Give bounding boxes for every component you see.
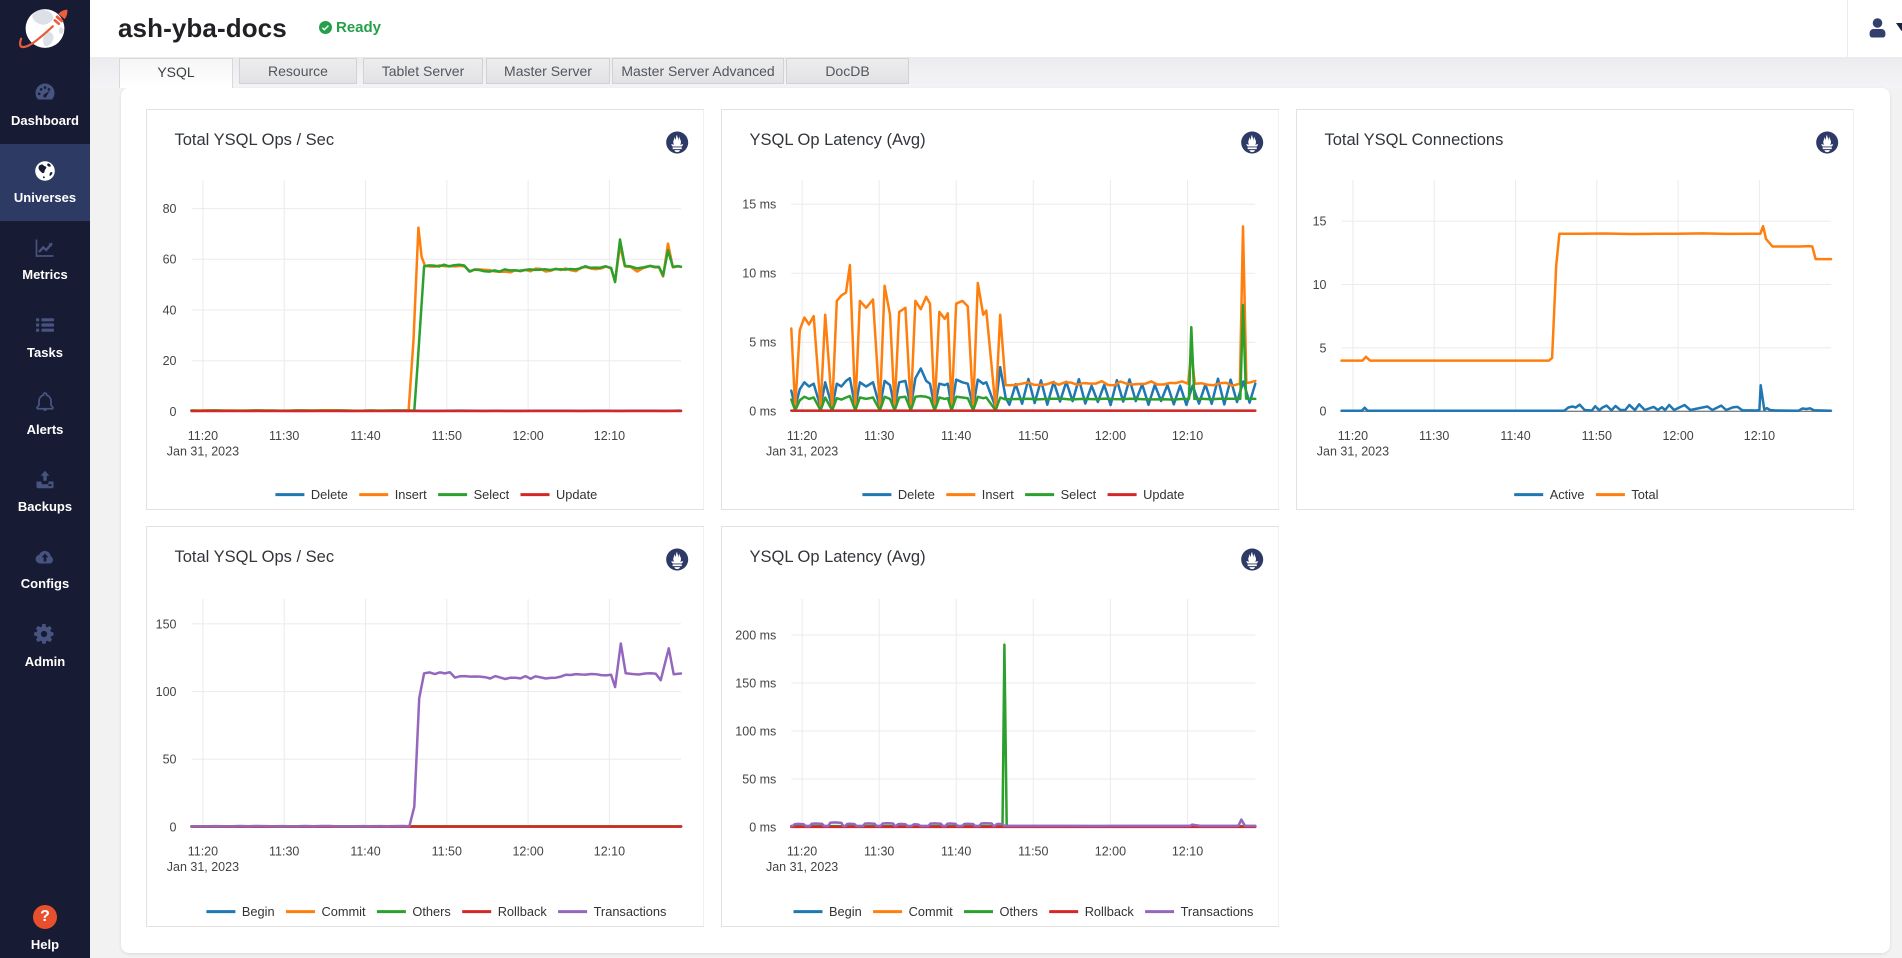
svg-text:40: 40 [162,303,176,317]
svg-text:0 ms: 0 ms [749,820,776,834]
svg-text:60: 60 [162,253,176,267]
svg-text:Insert: Insert [394,487,426,502]
svg-text:11:40: 11:40 [941,845,971,859]
svg-text:0 ms: 0 ms [749,405,776,419]
svg-text:12:10: 12:10 [593,429,624,443]
svg-text:Select: Select [1060,487,1096,502]
svg-text:12:00: 12:00 [512,845,543,859]
svg-text:11:20: 11:20 [187,429,217,443]
svg-text:10: 10 [1312,278,1326,292]
svg-text:Update: Update [1143,487,1184,502]
svg-text:11:50: 11:50 [431,845,461,859]
svg-text:11:30: 11:30 [864,845,894,859]
svg-text:11:40: 11:40 [1500,429,1530,443]
svg-text:12:00: 12:00 [512,429,543,443]
svg-text:12:10: 12:10 [1743,429,1774,443]
svg-text:11:50: 11:50 [1018,429,1048,443]
svg-text:11:50: 11:50 [1581,429,1611,443]
svg-text:Others: Others [999,904,1037,919]
svg-text:Jan 31, 2023: Jan 31, 2023 [166,445,238,459]
svg-text:200 ms: 200 ms [735,628,776,642]
svg-text:11:30: 11:30 [269,429,299,443]
svg-text:Jan 31, 2023: Jan 31, 2023 [166,860,238,874]
svg-text:Total: Total [1631,487,1658,502]
svg-text:0: 0 [1319,405,1326,419]
svg-text:Rollback: Rollback [1084,904,1134,919]
svg-text:Jan 31, 2023: Jan 31, 2023 [765,860,837,874]
svg-text:5 ms: 5 ms [749,336,776,350]
svg-text:Transactions: Transactions [593,904,666,919]
svg-text:Jan 31, 2023: Jan 31, 2023 [1316,445,1388,459]
svg-text:Jan 31, 2023: Jan 31, 2023 [765,445,837,459]
svg-text:Select: Select [473,487,509,502]
svg-text:Total YSQL Ops / Sec: Total YSQL Ops / Sec [174,548,334,566]
svg-text:11:20: 11:20 [1337,429,1367,443]
svg-text:12:10: 12:10 [1171,845,1202,859]
svg-text:11:20: 11:20 [187,845,217,859]
svg-text:Update: Update [556,487,597,502]
svg-text:Delete: Delete [310,487,347,502]
svg-text:100 ms: 100 ms [735,724,776,738]
svg-text:Transactions: Transactions [1180,904,1253,919]
svg-text:10 ms: 10 ms [742,267,776,281]
svg-text:12:00: 12:00 [1094,429,1125,443]
svg-text:12:10: 12:10 [1171,429,1202,443]
svg-text:Rollback: Rollback [497,904,547,919]
svg-text:100: 100 [155,685,176,699]
svg-text:20: 20 [162,354,176,368]
svg-text:11:50: 11:50 [431,429,461,443]
svg-text:11:30: 11:30 [864,429,894,443]
svg-text:Active: Active [1549,487,1584,502]
svg-text:11:40: 11:40 [941,429,971,443]
svg-text:50: 50 [162,753,176,767]
svg-text:15: 15 [1312,215,1326,229]
svg-text:Commit: Commit [321,904,366,919]
svg-text:11:20: 11:20 [786,845,816,859]
svg-text:12:10: 12:10 [593,845,624,859]
svg-text:12:00: 12:00 [1094,845,1125,859]
svg-text:11:30: 11:30 [1419,429,1449,443]
svg-text:11:50: 11:50 [1018,845,1048,859]
svg-text:11:40: 11:40 [350,429,380,443]
svg-text:15 ms: 15 ms [742,198,776,212]
svg-text:11:40: 11:40 [350,845,380,859]
svg-text:Others: Others [412,904,450,919]
svg-text:Total YSQL Ops / Sec: Total YSQL Ops / Sec [174,131,334,149]
svg-text:YSQL Op Latency (Avg): YSQL Op Latency (Avg) [749,548,925,566]
svg-text:Delete: Delete [897,487,934,502]
svg-text:Begin: Begin [241,904,274,919]
svg-text:11:20: 11:20 [786,429,816,443]
svg-text:150 ms: 150 ms [735,676,776,690]
svg-text:Commit: Commit [908,904,953,919]
svg-text:5: 5 [1319,341,1326,355]
svg-text:50 ms: 50 ms [742,772,776,786]
svg-text:YSQL Op Latency (Avg): YSQL Op Latency (Avg) [749,131,925,149]
svg-text:Insert: Insert [981,487,1013,502]
svg-text:150: 150 [155,617,176,631]
svg-text:12:00: 12:00 [1662,429,1693,443]
svg-text:0: 0 [169,820,176,834]
svg-text:80: 80 [162,202,176,216]
svg-text:Begin: Begin [829,904,862,919]
svg-text:0: 0 [169,405,176,419]
svg-text:11:30: 11:30 [269,845,299,859]
svg-text:Total YSQL Connections: Total YSQL Connections [1324,131,1503,149]
